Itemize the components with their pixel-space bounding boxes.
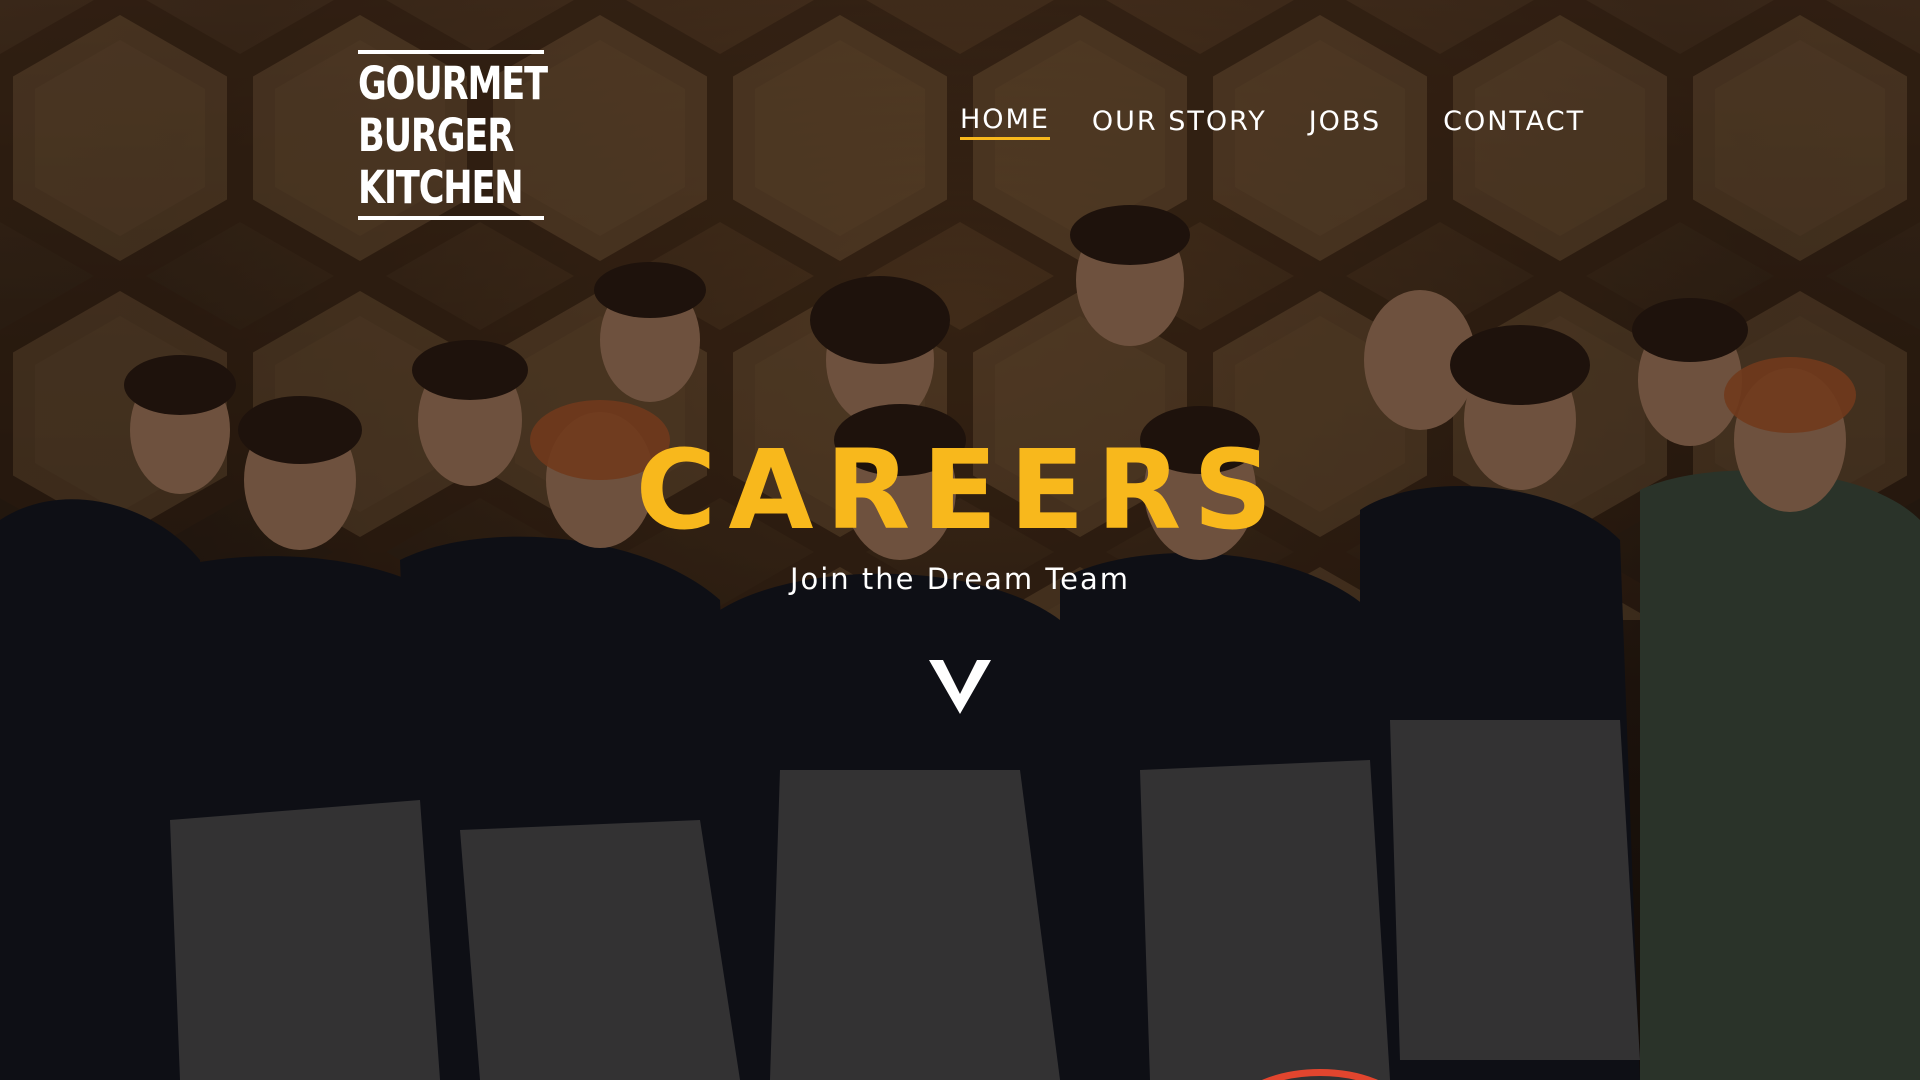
nav-home-link[interactable]: HOME xyxy=(960,104,1050,140)
logo-bottom-rule xyxy=(358,216,544,220)
nav-our-story-link[interactable]: OUR STORY xyxy=(1092,106,1267,139)
brand-logo[interactable]: GOURMET BURGER KITCHEN xyxy=(358,50,548,220)
circle-badge-partial xyxy=(1262,1069,1378,1080)
logo-line-2: BURGER xyxy=(358,109,514,162)
chevron-down-icon[interactable] xyxy=(929,660,991,714)
logo-line-1: GOURMET xyxy=(358,57,548,110)
page-title: CAREERS xyxy=(635,426,1285,554)
logo-line-3: KITCHEN xyxy=(358,161,524,214)
nav-jobs-link[interactable]: JOBS xyxy=(1309,106,1381,139)
page-subtitle: Join the Dream Team xyxy=(789,562,1131,596)
nav-contact-link[interactable]: CONTACT xyxy=(1443,106,1585,139)
main-nav: HOME OUR STORY JOBS CONTACT xyxy=(960,102,1585,142)
hero-section: GOURMET BURGER KITCHEN HOME OUR STORY JO… xyxy=(0,0,1920,1080)
